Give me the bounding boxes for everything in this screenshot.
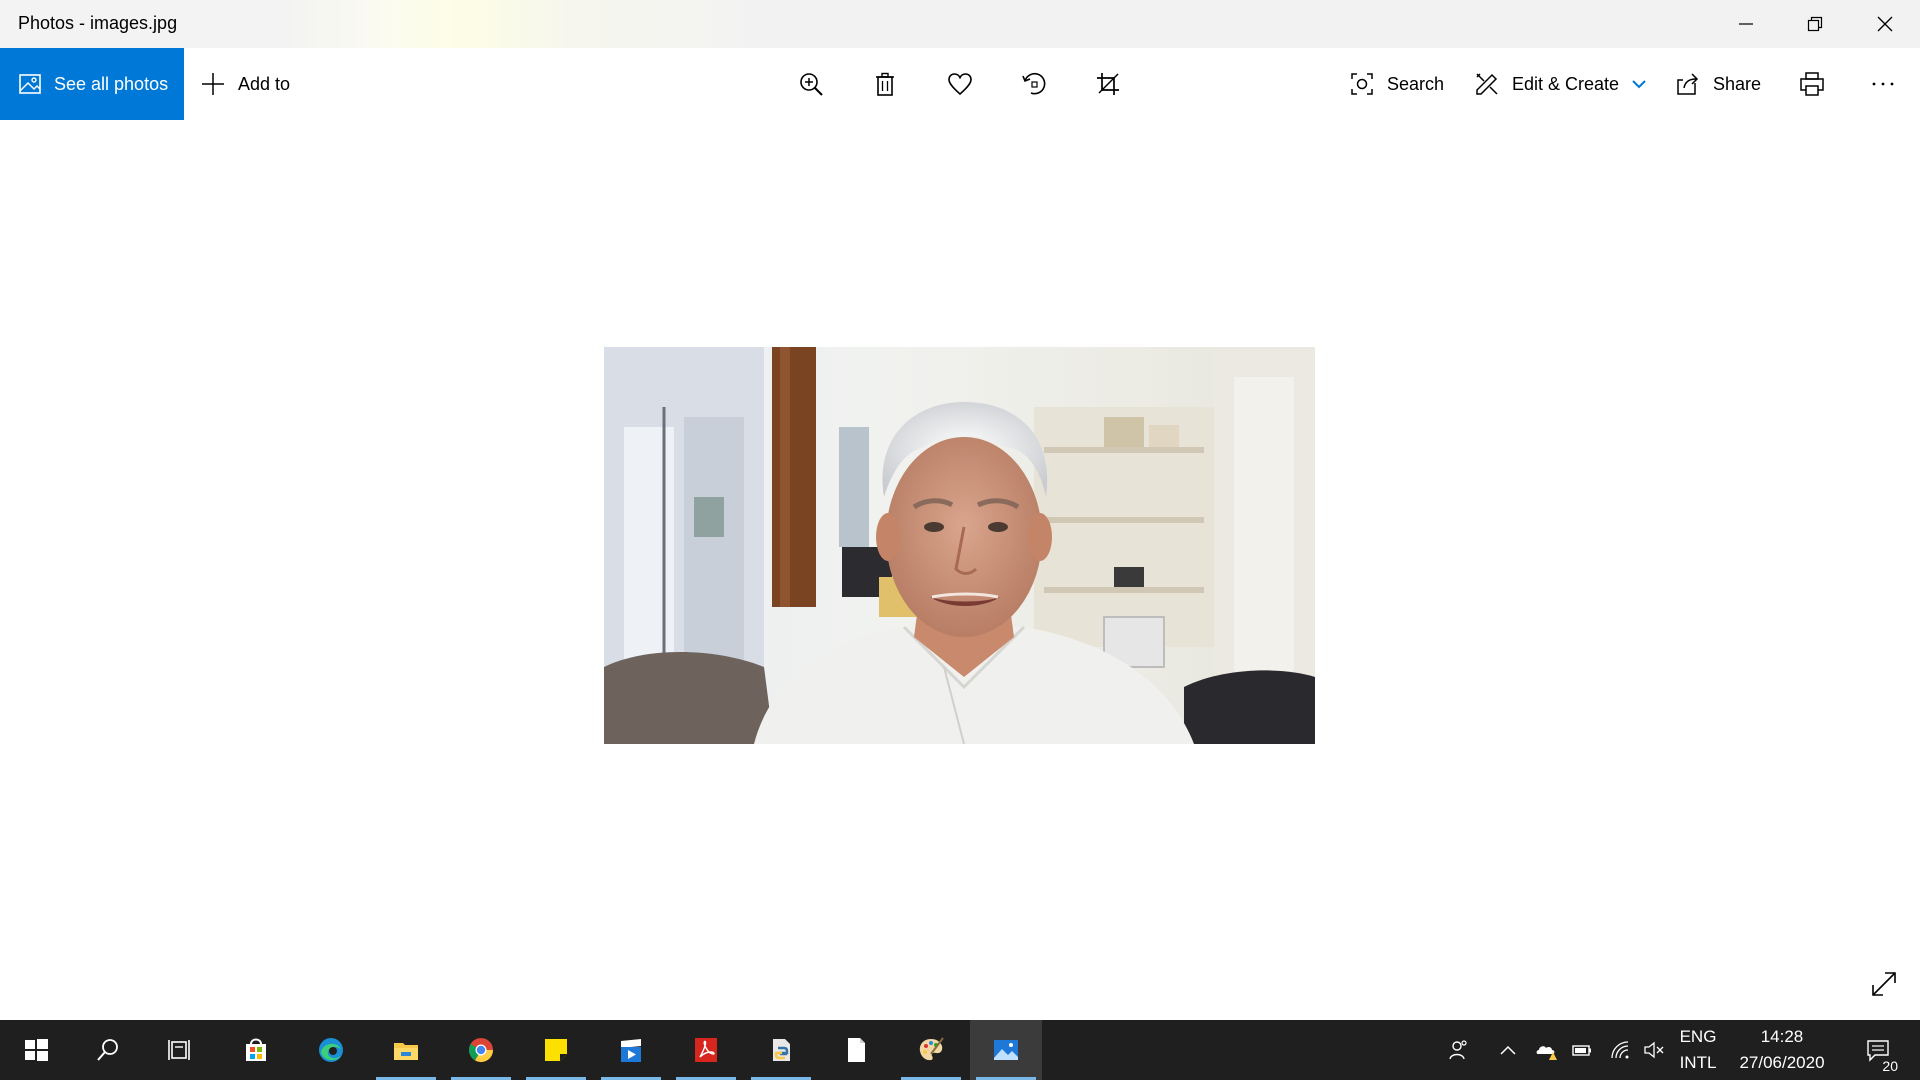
visual-search-icon bbox=[1351, 73, 1373, 95]
taskbar-app-movies[interactable] bbox=[595, 1020, 667, 1080]
battery-icon bbox=[1572, 1045, 1591, 1056]
python-icon bbox=[773, 1039, 790, 1061]
portrait-photo bbox=[604, 347, 1315, 744]
taskbar-app-paint[interactable] bbox=[895, 1020, 967, 1080]
rotate-button[interactable] bbox=[1004, 48, 1064, 120]
acrobat-icon bbox=[695, 1038, 717, 1062]
taskbar-app-store[interactable] bbox=[220, 1020, 292, 1080]
crop-icon bbox=[1097, 73, 1119, 95]
share-icon bbox=[1677, 73, 1699, 95]
sticky-notes-icon bbox=[545, 1039, 567, 1061]
edit-create-button[interactable]: Edit & Create bbox=[1474, 48, 1647, 120]
volume-status[interactable] bbox=[1638, 1020, 1670, 1080]
zoom-button[interactable] bbox=[781, 48, 841, 120]
delete-icon bbox=[876, 72, 894, 96]
add-to-label: Add to bbox=[238, 73, 291, 94]
search-button[interactable]: Search bbox=[1349, 48, 1444, 120]
windows-start-icon bbox=[25, 1039, 48, 1061]
print-icon bbox=[1800, 72, 1824, 96]
see-all-photos-button[interactable]: See all photos bbox=[0, 48, 184, 120]
toolbar: See all photos Add to Search Edit & Crea… bbox=[0, 48, 1920, 120]
people-icon bbox=[1449, 1040, 1467, 1060]
volume-muted-icon bbox=[1644, 1041, 1664, 1059]
delete-button[interactable] bbox=[855, 48, 915, 120]
file-explorer-icon bbox=[394, 1043, 418, 1060]
close-icon bbox=[1877, 16, 1893, 32]
language-code: ENG bbox=[1679, 1027, 1717, 1046]
photos-icon bbox=[994, 1040, 1018, 1060]
search-icon bbox=[97, 1039, 118, 1061]
taskbar-app-document[interactable] bbox=[820, 1020, 892, 1080]
taskbar-app-photos[interactable] bbox=[970, 1020, 1042, 1080]
clock-date: 27/06/2020 bbox=[1739, 1053, 1825, 1072]
more-icon bbox=[1872, 82, 1894, 86]
onedrive-warning-icon bbox=[1536, 1046, 1557, 1060]
clock[interactable]: 14:28 27/06/2020 bbox=[1730, 1020, 1834, 1080]
input-language-button[interactable]: ENG INTL bbox=[1674, 1020, 1722, 1080]
taskbar-app-sticky-notes[interactable] bbox=[520, 1020, 592, 1080]
movies-tv-icon bbox=[621, 1039, 641, 1062]
chevron-up-icon bbox=[1500, 1045, 1516, 1055]
more-button[interactable] bbox=[1853, 48, 1913, 120]
plus-icon bbox=[202, 73, 224, 95]
add-to-button[interactable]: Add to bbox=[200, 48, 290, 120]
wifi-icon bbox=[1611, 1041, 1629, 1059]
taskbar-app-edge[interactable] bbox=[295, 1020, 367, 1080]
taskbar-app-explorer[interactable] bbox=[370, 1020, 442, 1080]
edit-create-icon bbox=[1476, 73, 1498, 95]
notification-count-badge: 20 bbox=[1880, 1058, 1900, 1074]
share-button[interactable]: Share bbox=[1675, 48, 1761, 120]
image-icon bbox=[19, 74, 41, 94]
onedrive-status[interactable] bbox=[1530, 1020, 1562, 1080]
restore-button[interactable] bbox=[1781, 0, 1849, 48]
chevron-down-icon bbox=[1632, 80, 1646, 89]
people-button[interactable] bbox=[1440, 1020, 1476, 1080]
microsoft-store-icon bbox=[246, 1038, 266, 1061]
expand-icon bbox=[1872, 972, 1896, 996]
task-view-icon bbox=[168, 1040, 190, 1060]
search-label: Search bbox=[1387, 73, 1445, 94]
edge-icon bbox=[319, 1038, 343, 1062]
minimize-button[interactable] bbox=[1712, 0, 1780, 48]
favorite-icon bbox=[948, 73, 972, 96]
favorite-button[interactable] bbox=[930, 48, 990, 120]
full-screen-button[interactable] bbox=[1862, 962, 1906, 1006]
battery-status[interactable] bbox=[1566, 1020, 1598, 1080]
close-button[interactable] bbox=[1851, 0, 1919, 48]
edit-create-label: Edit & Create bbox=[1512, 73, 1620, 94]
taskbar: ENG INTL 14:28 27/06/2020 20 bbox=[0, 1020, 1920, 1080]
minimize-icon bbox=[1739, 23, 1753, 25]
window-title: Photos - images.jpg bbox=[18, 13, 178, 33]
blank-document-icon bbox=[848, 1038, 865, 1062]
clock-time: 14:28 bbox=[1760, 1027, 1804, 1046]
see-all-photos-label: See all photos bbox=[54, 73, 169, 94]
taskbar-search-button[interactable] bbox=[72, 1020, 144, 1080]
action-center-button[interactable]: 20 bbox=[1848, 1020, 1908, 1080]
title-bar: Photos - images.jpg bbox=[0, 0, 1920, 48]
paint-icon bbox=[919, 1037, 944, 1061]
chrome-icon bbox=[468, 1038, 493, 1063]
network-status[interactable] bbox=[1604, 1020, 1636, 1080]
taskbar-app-chrome[interactable] bbox=[445, 1020, 517, 1080]
taskbar-app-acrobat[interactable] bbox=[670, 1020, 742, 1080]
share-label: Share bbox=[1713, 73, 1762, 94]
task-view-button[interactable] bbox=[144, 1020, 216, 1080]
print-button[interactable] bbox=[1782, 48, 1842, 120]
crop-button[interactable] bbox=[1078, 48, 1138, 120]
start-button[interactable] bbox=[0, 1020, 72, 1080]
restore-icon bbox=[1807, 16, 1823, 32]
rotate-icon bbox=[1022, 72, 1046, 95]
show-hidden-icons-button[interactable] bbox=[1496, 1020, 1520, 1080]
taskbar-app-python[interactable] bbox=[745, 1020, 817, 1080]
zoom-in-icon bbox=[800, 73, 823, 96]
keyboard-layout: INTL bbox=[1679, 1053, 1717, 1072]
photo-viewer-image[interactable] bbox=[604, 347, 1315, 744]
